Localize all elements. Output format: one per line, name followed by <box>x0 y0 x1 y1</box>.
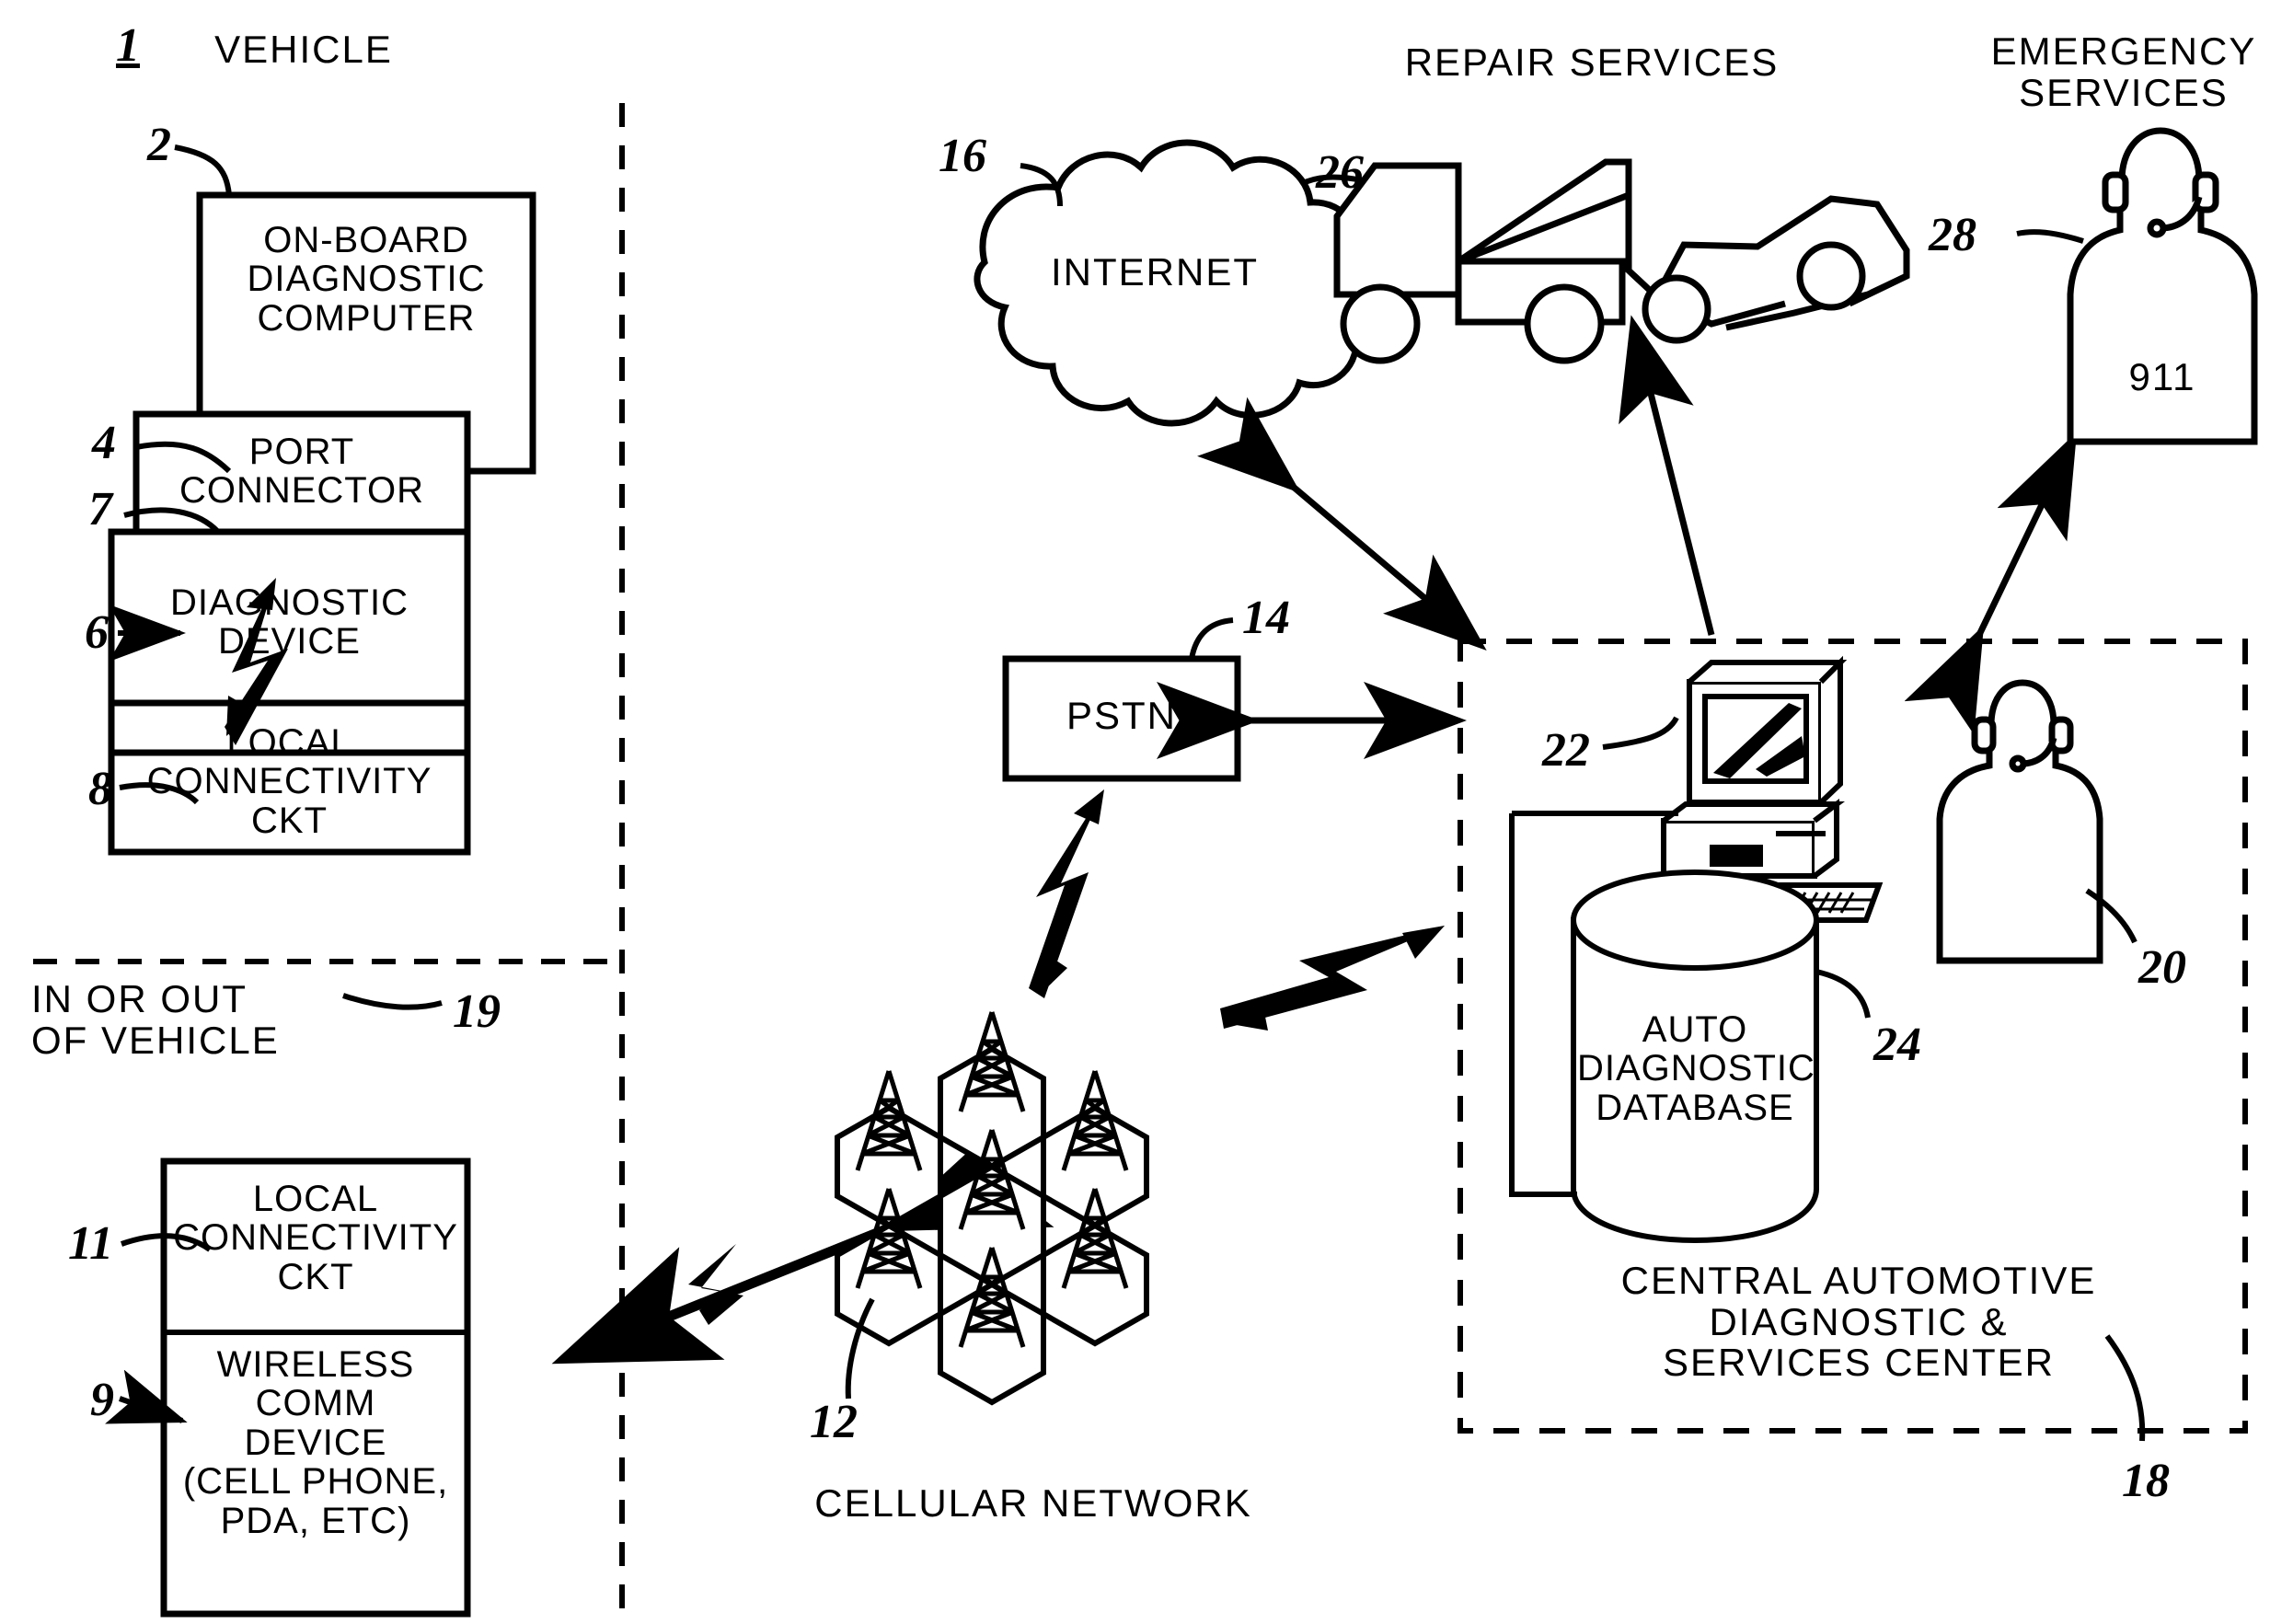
ref-2: 2 <box>147 119 171 171</box>
ref-16: 16 <box>939 130 986 182</box>
link-pstn-cellular-lightning <box>1029 789 1104 998</box>
ref-4: 4 <box>92 417 116 469</box>
label-emergency-services: EMERGENCY SERVICES <box>1990 29 2257 114</box>
label-diagnostic-device: DIAGNOSTIC DEVICE <box>170 582 409 662</box>
arrow-center-to-repair <box>1619 315 1715 636</box>
label-port-connector: PORT CONNECTOR <box>179 432 425 512</box>
ref-8: 8 <box>88 763 112 815</box>
label-local-connectivity-ckt-upper: LOCAL CONNECTIVITY CKT <box>146 722 432 841</box>
ref-7: 7 <box>88 483 112 536</box>
operator-icon <box>1936 679 2103 964</box>
ref-18: 18 <box>2122 1455 2170 1507</box>
ref-20: 20 <box>2138 941 2186 994</box>
arrow-internet-to-center <box>1197 397 1487 651</box>
badge-911: 911 <box>2128 355 2196 398</box>
ref-12: 12 <box>810 1396 858 1448</box>
label-wireless-comm-device: WIRELESS COMM DEVICE (CELL PHONE, PDA, E… <box>182 1344 449 1541</box>
ref-6: 6 <box>85 606 109 659</box>
leader-line-22 <box>1602 716 1679 750</box>
arrow-lightning-kink <box>688 1244 743 1325</box>
link-cellular-center-lightning <box>1220 926 1445 1031</box>
leader-line-19 <box>342 993 443 1010</box>
label-central-center: CENTRAL AUTOMOTIVE DIAGNOSTIC & SERVICES… <box>1620 1259 2097 1385</box>
ref-19: 19 <box>453 985 501 1038</box>
ref-24: 24 <box>1873 1019 1921 1071</box>
figure-number: 1 <box>116 19 140 72</box>
leader-line-24 <box>1815 969 1871 1019</box>
label-cellular-network: CELLULAR NETWORK <box>814 1481 1252 1525</box>
ref-28: 28 <box>1929 209 1976 261</box>
ref-11: 11 <box>68 1217 114 1270</box>
leader-line-28 <box>2016 229 2084 244</box>
arrow-center-to-emergency <box>1904 432 2078 735</box>
ref-26: 26 <box>1316 146 1364 199</box>
vehicle-boundary-note: IN OR OUT OF VEHICLE <box>31 977 280 1062</box>
label-pstn: PSTN <box>1066 694 1177 737</box>
label-auto-diagnostic-database: AUTO DIAGNOSTIC DATABASE <box>1577 1009 1815 1128</box>
label-on-board-diagnostic-computer: ON-BOARD DIAGNOSTIC COMPUTER <box>247 220 486 339</box>
label-internet: INTERNET <box>1051 250 1259 294</box>
ref-22: 22 <box>1542 724 1590 777</box>
patent-figure-canvas: 1 VEHICLE ON-BOARD DIAGNOSTIC COMPUTER P… <box>0 0 2293 1624</box>
vehicle-title: VEHICLE <box>214 28 393 71</box>
leader-line-14 <box>1189 617 1234 660</box>
ref-14: 14 <box>1242 592 1290 644</box>
ref-9: 9 <box>90 1374 114 1426</box>
label-repair-services: REPAIR SERVICES <box>1404 40 1780 84</box>
label-local-connectivity-ckt-lower: LOCAL CONNECTIVITY CKT <box>173 1179 458 1297</box>
